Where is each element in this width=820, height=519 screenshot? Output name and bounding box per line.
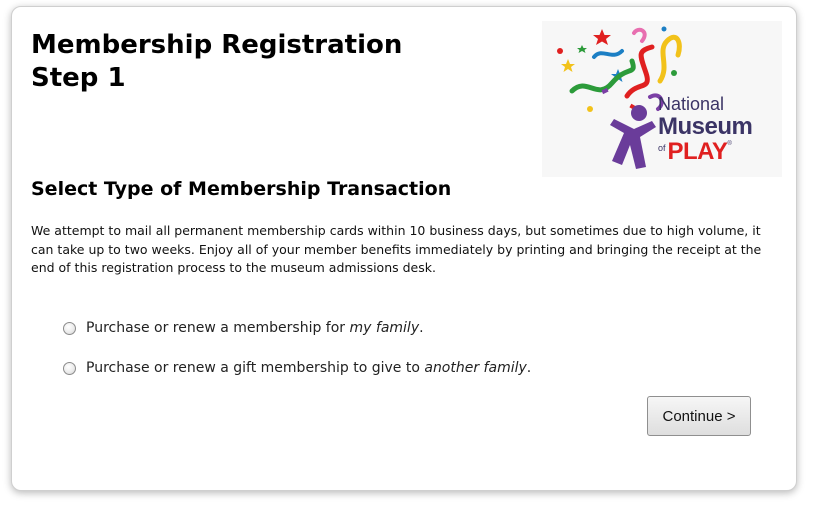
radio-gift-membership[interactable] [63, 361, 76, 375]
option-gift-membership[interactable]: Purchase or renew a gift membership to g… [63, 360, 531, 376]
green-swirl [569, 58, 636, 94]
logo-registered-mark: ® [727, 141, 732, 147]
blue-swirl [592, 49, 624, 59]
confetti-dot [671, 70, 677, 76]
continue-button[interactable]: Continue > [647, 396, 751, 436]
page-title: Membership Registration Step 1 [31, 29, 402, 95]
confetti-dot [661, 26, 667, 32]
intro-paragraph: We attempt to mail all permanent members… [31, 223, 762, 275]
red-star [593, 29, 611, 45]
small-green-star [577, 45, 587, 53]
pink-swirl [632, 27, 647, 43]
option-my-family-emphasis: my family [349, 320, 420, 336]
registration-card: Membership Registration Step 1 National … [11, 6, 797, 491]
confetti-dot [557, 48, 563, 54]
page-title-line2: Step 1 [31, 63, 126, 93]
page-title-line1: Membership Registration [31, 30, 403, 60]
logo-text: National Museum ofPLAY® [658, 94, 753, 164]
museum-logo: National Museum ofPLAY® [542, 21, 782, 177]
option-my-family[interactable]: Purchase or renew a membership for my fa… [63, 320, 424, 336]
section-heading: Select Type of Membership Transaction [31, 178, 452, 200]
option-gift-emphasis: another family [424, 360, 527, 376]
option-gift-suffix: . [526, 360, 532, 376]
figure-body [610, 119, 656, 169]
option-my-family-label: Purchase or renew a membership for my fa… [86, 320, 424, 336]
option-my-family-suffix: . [419, 320, 424, 336]
logo-bottom-line: ofPLAY® [658, 140, 752, 164]
logo-of: of [658, 143, 666, 153]
logo-museum: Museum [658, 113, 753, 140]
option-gift-membership-label: Purchase or renew a gift membership to g… [86, 360, 531, 376]
figure-head [631, 105, 647, 121]
jumping-figure [610, 105, 656, 169]
confetti-dot [587, 106, 593, 112]
radio-my-family[interactable] [63, 321, 76, 335]
logo-play: PLAY [667, 138, 728, 165]
option-my-family-prefix: Purchase or renew a membership for [86, 320, 350, 336]
yellow-star [561, 59, 575, 72]
option-gift-prefix: Purchase or renew a gift membership to g… [86, 360, 425, 376]
logo-national: National [658, 94, 725, 114]
